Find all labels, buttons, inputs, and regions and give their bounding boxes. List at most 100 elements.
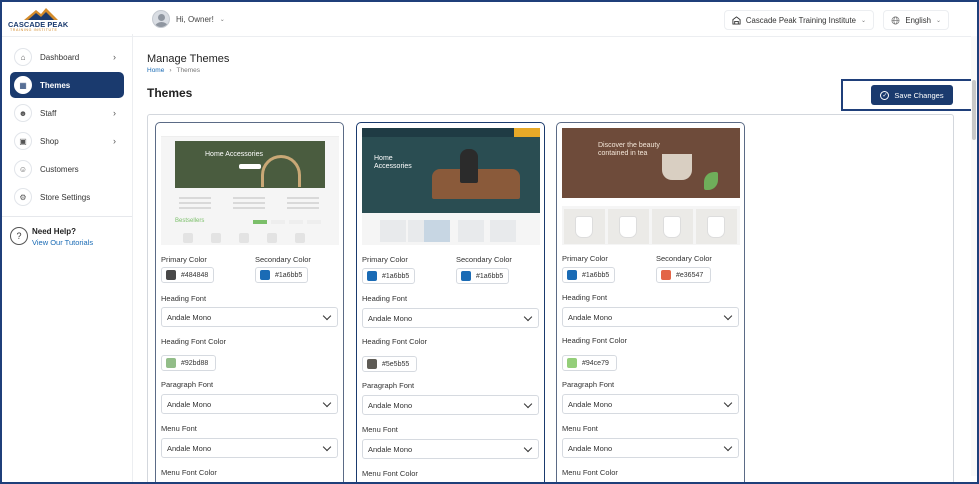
heading-font-select[interactable]: Andale Mono [161,307,338,327]
sidebar-item-store-settings[interactable]: ⚙ Store Settings [10,184,124,210]
primary-color-picker[interactable]: #1a6bb5 [362,268,415,284]
language-selector[interactable]: English ⌄ [883,10,949,30]
preview-product [696,209,737,244]
heading-font-select[interactable]: Andale Mono [562,307,739,327]
color-swatch [260,270,270,280]
heading-font-color-picker[interactable]: #94ce79 [562,355,617,371]
heading-font-label: Heading Font [562,293,608,302]
brand-logo[interactable]: CASCADE PEAK TRAINING INSTITUTE [8,8,74,34]
color-swatch [166,270,176,280]
paragraph-font-select[interactable]: Andale Mono [562,394,739,414]
menu-font-color-label: Menu Font Color [161,468,217,477]
sidebar-divider-vertical [132,34,133,484]
secondary-color-picker[interactable]: #1a6bb5 [255,267,308,283]
select-value: Andale Mono [368,444,413,454]
preview-product [490,220,516,242]
chevron-down-icon [322,398,332,408]
select-value: Andale Mono [167,443,212,453]
preview-leaf [704,172,718,190]
preview-text-block [287,194,319,216]
secondary-color-picker[interactable]: #1a6bb5 [456,268,509,284]
heading-font-color-label: Heading Font Color [562,336,628,345]
preview-product [424,220,450,242]
section-title: Themes [147,86,193,100]
preview-heading: Home Accessories [205,151,263,158]
primary-color-label: Primary Color [161,255,207,264]
preview-product [267,233,277,243]
breadcrumb-separator-icon: › [169,67,172,74]
menu-font-select[interactable]: Andale Mono [161,438,338,458]
select-value: Andale Mono [568,443,613,453]
save-button-label: Save Changes [894,90,944,100]
preview-product [380,220,406,242]
primary-color-label: Primary Color [362,255,408,264]
page-scrollbar[interactable] [971,36,977,476]
question-icon: ? [10,227,28,245]
scrollbar-thumb[interactable] [972,80,976,140]
secondary-color-label: Secondary Color [255,255,311,264]
preview-product [295,233,305,243]
sidebar-item-dashboard[interactable]: ⌂ Dashboard › [10,44,124,70]
menu-font-color-label: Menu Font Color [562,468,618,477]
heading-font-select[interactable]: Andale Mono [362,308,539,328]
tutorials-link[interactable]: View Our Tutorials [32,238,93,247]
preview-hero: Home Accessories [362,137,540,213]
select-value: Andale Mono [167,399,212,409]
preview-section-title: Bestsellers [175,218,205,224]
sidebar-item-label: Shop [40,136,59,146]
preview-button [239,164,261,169]
chevron-down-icon: ⌄ [219,16,225,23]
sidebar-item-shop[interactable]: ▣ Shop › [10,128,124,154]
color-swatch [661,270,671,280]
color-swatch [567,358,577,368]
preview-product [564,209,605,244]
sidebar-item-staff[interactable]: ☻ Staff › [10,100,124,126]
primary-color-picker[interactable]: #484848 [161,267,214,283]
heading-font-color-picker[interactable]: #5e5b55 [362,356,417,372]
paragraph-font-select[interactable]: Andale Mono [362,395,539,415]
logo-tagline: TRAINING INSTITUTE [10,28,58,32]
select-value: Andale Mono [568,399,613,409]
chevron-down-icon [723,311,733,321]
user-icon: ☺ [14,160,32,178]
shop-icon: ▣ [14,132,32,150]
theme-card-3[interactable]: Discover the beauty contained in tea Pri… [556,122,745,484]
check-circle-icon: ✓ [880,90,890,100]
paragraph-font-select[interactable]: Andale Mono [161,394,338,414]
preview-cart [514,128,540,137]
sidebar-item-label: Customers [40,164,79,174]
heading-font-color-label: Heading Font Color [362,337,428,346]
theme-card-1[interactable]: Home Accessories Bestsellers Primary Col… [155,122,344,484]
color-swatch [367,271,377,281]
chevron-down-icon [523,312,533,322]
chevron-right-icon: › [113,136,116,146]
preview-text-block [233,194,265,216]
chevron-down-icon [322,442,332,452]
theme-preview-1: Home Accessories Bestsellers [161,128,339,245]
breadcrumb-home[interactable]: Home [147,67,164,74]
menu-font-select[interactable]: Andale Mono [562,438,739,458]
preview-hero: Discover the beauty contained in tea [562,128,740,198]
preview-heading-line1: Home [374,155,393,162]
help-section: ? Need Help? View Our Tutorials [10,223,132,249]
color-swatch [567,270,577,280]
mountain-icon [24,8,58,20]
organization-selector[interactable]: Cascade Peak Training Institute ⌄ [723,10,874,30]
preview-navbar [161,128,339,137]
preview-heading-line2: contained in tea [598,150,648,157]
save-changes-button[interactable]: ✓ Save Changes [871,85,953,105]
user-menu[interactable]: Hi, Owner! ⌄ [152,10,225,28]
menu-font-select[interactable]: Andale Mono [362,439,539,459]
preview-product [239,233,249,243]
paragraph-font-label: Paragraph Font [362,381,415,390]
primary-color-picker[interactable]: #1a6bb5 [562,267,615,283]
secondary-color-picker[interactable]: #e36547 [656,267,711,283]
heading-font-color-picker[interactable]: #92bd88 [161,355,216,371]
theme-card-2[interactable]: Home Accessories Primary Color Secondary… [356,122,545,484]
themes-icon: ▦ [14,76,32,94]
chevron-down-icon [523,399,533,409]
sidebar-item-label: Staff [40,108,57,118]
breadcrumb-current: Themes [176,67,200,74]
sidebar-item-themes[interactable]: ▦ Themes [10,72,124,98]
sidebar-item-customers[interactable]: ☺ Customers [10,156,124,182]
